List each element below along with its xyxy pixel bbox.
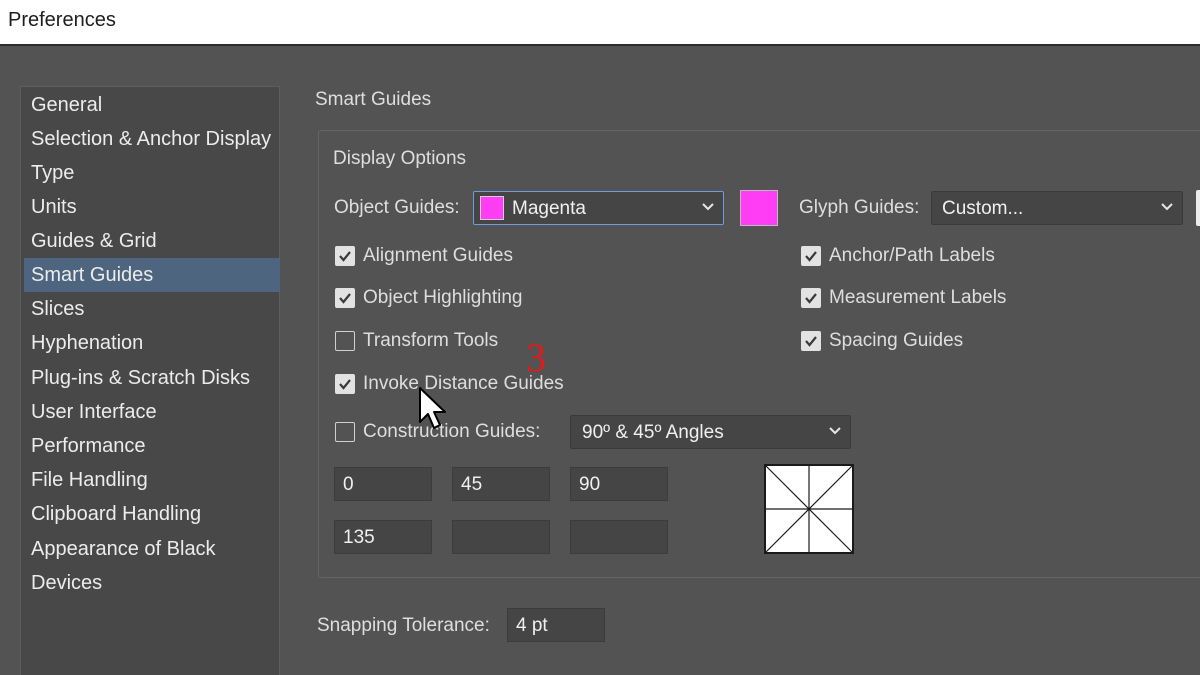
checkmark-icon — [805, 293, 817, 304]
object-guides-label: Object Guides: — [334, 197, 460, 218]
chevron-down-icon — [1161, 203, 1173, 211]
glyph-guides-value: Custom... — [942, 198, 1024, 219]
step-annotation: 3 — [526, 335, 546, 380]
sidebar-item-plugins-scratch-disks[interactable]: Plug-ins & Scratch Disks — [24, 361, 280, 395]
glyph-color-swatch[interactable] — [1196, 190, 1200, 226]
measurement-labels-checkbox[interactable] — [801, 288, 821, 308]
checkmark-icon — [339, 293, 351, 304]
angle-value-2: 45 — [461, 474, 483, 495]
snapping-tolerance-value: 4 pt — [516, 615, 548, 636]
angle-value-4: 135 — [343, 527, 375, 548]
object-guides-dropdown[interactable]: Magenta — [473, 191, 724, 225]
sidebar-item-user-interface[interactable]: User Interface — [24, 395, 280, 429]
sidebar-item-appearance-of-black[interactable]: Appearance of Black — [24, 532, 280, 566]
invoke-distance-guides-checkbox[interactable] — [335, 374, 355, 394]
magenta-swatch-icon — [480, 196, 504, 220]
sidebar-item-type[interactable]: Type — [24, 156, 280, 190]
construction-guides-checkbox[interactable] — [335, 422, 355, 442]
sidebar-item-file-handling[interactable]: File Handling — [24, 463, 280, 497]
construction-guides-label: Construction Guides: — [363, 421, 541, 442]
angle-value-3: 90 — [579, 474, 601, 495]
title-bar: Preferences — [0, 0, 1200, 46]
sidebar-item-clipboard-handling[interactable]: Clipboard Handling — [24, 497, 280, 531]
anchor-path-labels-checkbox[interactable] — [801, 246, 821, 266]
spacing-guides-checkbox[interactable] — [801, 331, 821, 351]
angle-field-3[interactable]: 90 — [570, 467, 668, 501]
angle-field-4[interactable]: 135 — [334, 520, 432, 554]
alignment-guides-checkbox[interactable] — [335, 246, 355, 266]
checkmark-icon — [339, 379, 351, 390]
object-guides-color-swatch[interactable] — [740, 190, 778, 226]
sidebar-item-performance[interactable]: Performance — [24, 429, 280, 463]
angle-field-6[interactable] — [570, 520, 668, 554]
window-title: Preferences — [8, 9, 116, 31]
measurement-labels-label: Measurement Labels — [829, 287, 1007, 308]
preferences-sidebar: General Selection & Anchor Display Type … — [20, 86, 280, 675]
object-highlighting-checkbox[interactable] — [335, 288, 355, 308]
snapping-tolerance-label: Snapping Tolerance: — [317, 615, 490, 636]
construction-guides-dropdown[interactable]: 90º & 45º Angles — [570, 415, 851, 449]
mouse-pointer-icon — [419, 387, 446, 429]
transform-tools-checkbox[interactable] — [335, 331, 355, 351]
chevron-down-icon — [829, 427, 841, 435]
glyph-guides-label: Glyph Guides: — [799, 197, 920, 218]
checkmark-icon — [805, 251, 817, 262]
chevron-down-icon — [702, 203, 714, 211]
transform-tools-label: Transform Tools — [363, 330, 499, 351]
angle-preview-icon — [764, 464, 854, 554]
alignment-guides-label: Alignment Guides — [363, 245, 513, 266]
section-title: Smart Guides — [315, 89, 432, 110]
snapping-tolerance-field[interactable]: 4 pt — [507, 608, 605, 642]
angle-field-1[interactable]: 0 — [334, 467, 432, 501]
sidebar-item-units[interactable]: Units — [24, 190, 280, 224]
sidebar-item-smart-guides[interactable]: Smart Guides — [24, 258, 280, 292]
sidebar-item-general[interactable]: General — [24, 88, 280, 122]
object-guides-value: Magenta — [512, 198, 586, 219]
sidebar-item-devices[interactable]: Devices — [24, 566, 280, 600]
angle-field-5[interactable] — [452, 520, 550, 554]
checkmark-icon — [339, 251, 351, 262]
object-highlighting-label: Object Highlighting — [363, 287, 523, 308]
anchor-path-labels-label: Anchor/Path Labels — [829, 245, 995, 266]
glyph-guides-dropdown[interactable]: Custom... — [931, 191, 1183, 225]
checkmark-icon — [805, 336, 817, 347]
spacing-guides-label: Spacing Guides — [829, 330, 964, 351]
sidebar-item-guides-grid[interactable]: Guides & Grid — [24, 224, 280, 258]
angle-field-2[interactable]: 45 — [452, 467, 550, 501]
display-options-title: Display Options — [333, 148, 467, 169]
sidebar-item-selection-anchor-display[interactable]: Selection & Anchor Display — [24, 122, 280, 156]
sidebar-item-hyphenation[interactable]: Hyphenation — [24, 326, 280, 360]
sidebar-item-slices[interactable]: Slices — [24, 292, 280, 326]
construction-guides-value: 90º & 45º Angles — [582, 422, 724, 443]
angle-value-1: 0 — [343, 474, 354, 495]
